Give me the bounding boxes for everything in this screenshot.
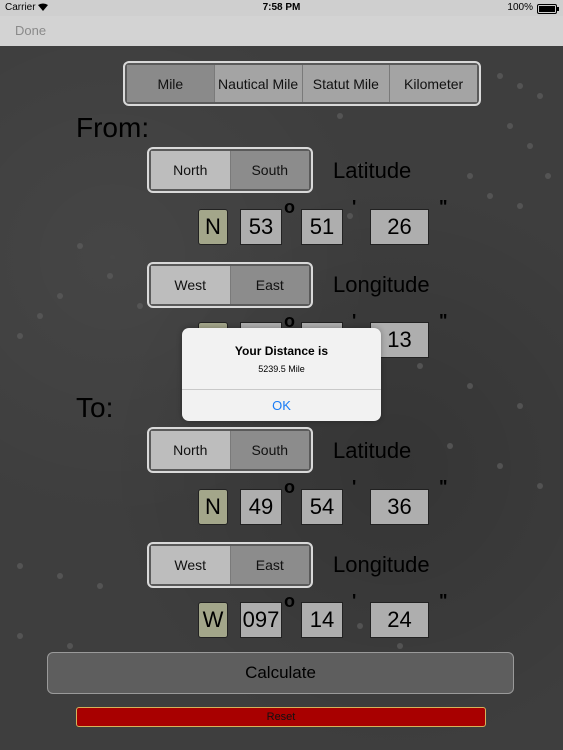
to-lat-south[interactable]: South [230, 431, 309, 469]
to-lon-hemisphere: West East [147, 542, 313, 588]
to-lon-min[interactable]: 14 [301, 602, 343, 638]
to-lat-dir[interactable]: N [198, 489, 228, 525]
from-lat-dir[interactable]: N [198, 209, 228, 245]
to-lon-sec-symbol: " [439, 591, 448, 611]
alert-ok-button[interactable]: OK [182, 390, 381, 421]
to-lat-sec[interactable]: 36 [370, 489, 429, 525]
unit-kilometer[interactable]: Kilometer [390, 65, 477, 102]
done-button[interactable]: Done [15, 23, 46, 38]
from-lat-min[interactable]: 51 [301, 209, 343, 245]
to-lat-min-symbol: ' [352, 477, 357, 497]
from-lat-sec[interactable]: 26 [370, 209, 429, 245]
distance-alert: Your Distance is 5239.5 Mile OK [182, 328, 381, 421]
calculate-button[interactable]: Calculate [47, 652, 514, 694]
to-lon-deg-symbol: o [284, 591, 295, 611]
from-lon-sec-symbol: " [439, 311, 448, 331]
to-heading: To: [76, 392, 114, 423]
to-lat-deg-symbol: o [284, 477, 295, 497]
status-bar: Carrier 7:58 PM 100% [0, 0, 563, 16]
from-lat-sec-symbol: " [439, 197, 448, 217]
unit-statut-mile[interactable]: Statut Mile [302, 65, 391, 102]
from-lat-deg[interactable]: 53 [240, 209, 282, 245]
alert-title: Your Distance is [234, 344, 329, 358]
to-lon-dir[interactable]: W [198, 602, 228, 638]
unit-selector: Mile Nautical Mile Statut Mile Kilometer [123, 61, 481, 106]
status-time: 7:58 PM [262, 2, 301, 13]
from-lat-min-symbol: ' [352, 197, 357, 217]
to-lon-min-symbol: ' [352, 591, 357, 611]
to-lon-east[interactable]: East [230, 546, 309, 584]
from-lon-hemisphere: West East [147, 262, 313, 308]
to-lon-deg[interactable]: 097 [240, 602, 282, 638]
to-lat-label: Latitude [333, 438, 412, 463]
from-lon-east[interactable]: East [230, 266, 309, 304]
reset-button[interactable]: Reset [76, 707, 486, 727]
to-lon-sec[interactable]: 24 [370, 602, 429, 638]
from-lat-label: Latitude [333, 158, 412, 183]
to-lon-west[interactable]: West [151, 546, 231, 584]
alert-message: 5239.5 Mile [258, 364, 305, 374]
unit-nautical-mile[interactable]: Nautical Mile [214, 65, 303, 102]
to-lat-hemisphere: North South [147, 427, 313, 473]
from-lat-deg-symbol: o [284, 197, 295, 217]
to-lat-sec-symbol: " [439, 477, 448, 497]
from-lat-south[interactable]: South [230, 151, 309, 189]
battery-icon [537, 4, 559, 14]
from-lat-hemisphere: North South [147, 147, 313, 193]
from-lon-west[interactable]: West [151, 266, 231, 304]
nav-bar: Done [0, 16, 563, 46]
from-heading: From: [76, 112, 150, 143]
unit-mile[interactable]: Mile [127, 65, 215, 102]
from-lat-north[interactable]: North [151, 151, 231, 189]
battery-percent: 100% [507, 2, 533, 13]
from-lon-label: Longitude [333, 272, 430, 297]
to-lon-label: Longitude [333, 552, 430, 577]
to-lat-deg[interactable]: 49 [240, 489, 282, 525]
to-lat-north[interactable]: North [151, 431, 231, 469]
to-lat-min[interactable]: 54 [301, 489, 343, 525]
